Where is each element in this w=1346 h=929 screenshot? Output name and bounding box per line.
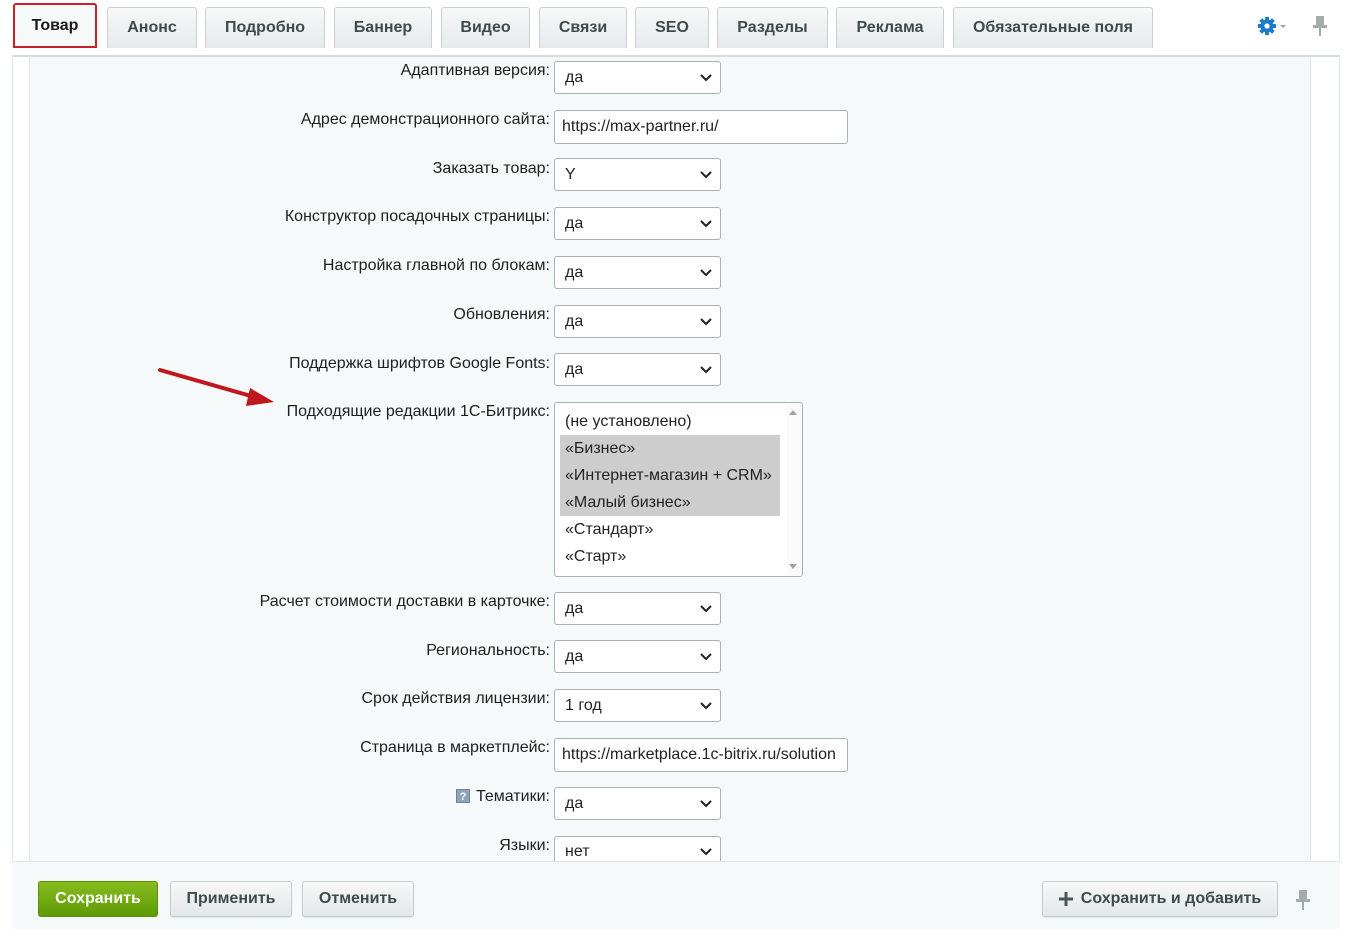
- select-main-blocks[interactable]: да: [554, 256, 721, 289]
- editions-multiselect[interactable]: (не установлено) «Бизнес» «Интернет-мага…: [554, 402, 803, 577]
- edition-option[interactable]: «Старт»: [560, 543, 780, 570]
- select-order[interactable]: Y: [554, 158, 721, 191]
- save-and-add-button[interactable]: Сохранить и добавить: [1042, 881, 1278, 917]
- tab-links[interactable]: Связи: [539, 7, 627, 48]
- chevron-down-icon: [700, 318, 712, 326]
- label-editions: Подходящие редакции 1С-Битрикс:: [286, 403, 550, 420]
- select-updates[interactable]: да: [554, 305, 721, 338]
- select-languages[interactable]: нет: [554, 836, 721, 861]
- tab-ads[interactable]: Реклама: [836, 7, 944, 48]
- label-updates: Обновления:: [453, 306, 550, 323]
- select-value: да: [565, 263, 584, 281]
- chevron-down-icon: [700, 74, 712, 82]
- pin-icon[interactable]: [1311, 14, 1329, 38]
- help-icon[interactable]: ?: [456, 789, 471, 803]
- tab-required-fields[interactable]: Обязательные поля: [953, 7, 1153, 48]
- save-button[interactable]: Сохранить: [38, 881, 158, 917]
- save-and-add-label: Сохранить и добавить: [1080, 890, 1262, 907]
- label-license: Срок действия лицензии:: [361, 690, 551, 707]
- select-value: да: [565, 312, 584, 330]
- label-demo-site: Адрес демонстрационного сайта:: [300, 111, 550, 128]
- label-order: Заказать товар:: [432, 160, 550, 177]
- input-marketplace[interactable]: [554, 738, 848, 772]
- edition-option[interactable]: «Интернет-магазин + CRM»: [560, 462, 780, 489]
- label-main-blocks: Настройка главной по блокам:: [322, 257, 550, 274]
- edition-option[interactable]: (не установлено): [560, 408, 780, 435]
- select-value: нет: [565, 843, 590, 860]
- select-value: да: [565, 599, 584, 617]
- tab-details[interactable]: Подробно: [205, 7, 325, 48]
- select-regional[interactable]: да: [554, 640, 721, 673]
- tab-sections[interactable]: Разделы: [717, 7, 828, 48]
- edition-option[interactable]: «Стандарт»: [560, 516, 780, 543]
- select-license[interactable]: 1 год: [554, 689, 721, 722]
- tab-banner[interactable]: Баннер: [334, 7, 432, 48]
- label-delivery: Расчет стоимости доставки в карточке:: [259, 593, 550, 610]
- label-landing: Конструктор посадочных страницы:: [284, 208, 550, 225]
- select-value: 1 год: [565, 696, 602, 714]
- cancel-button[interactable]: Отменить: [302, 881, 414, 917]
- edition-option[interactable]: «Бизнес»: [560, 435, 780, 462]
- form-footer: Сохранить Применить Отменить Сохранить и…: [12, 861, 1340, 929]
- select-value: да: [565, 360, 584, 378]
- label-themes: Тематики:: [476, 788, 550, 805]
- select-value: да: [565, 68, 584, 86]
- pin-icon[interactable]: [1294, 888, 1312, 912]
- chevron-down-icon: [700, 366, 712, 374]
- label-adaptive: Адаптивная версия:: [400, 62, 550, 79]
- chevron-down-icon: [700, 605, 712, 613]
- select-google-fonts[interactable]: да: [554, 353, 721, 386]
- select-adaptive[interactable]: да: [554, 61, 721, 94]
- annotation-arrow-icon: [158, 368, 274, 406]
- label-marketplace: Страница в маркетплейс:: [360, 739, 550, 756]
- plus-icon: [1058, 892, 1073, 906]
- chevron-down-icon: [700, 220, 712, 228]
- gear-icon[interactable]: [1256, 14, 1286, 38]
- select-value: да: [565, 214, 584, 232]
- apply-button[interactable]: Применить: [170, 881, 292, 917]
- tab-announce[interactable]: Анонс: [107, 7, 197, 48]
- select-landing[interactable]: да: [554, 207, 721, 240]
- select-value: да: [565, 794, 584, 812]
- tab-seo[interactable]: SEO: [635, 7, 709, 48]
- tab-bar: Товар Анонс Подробно Баннер Видео Связи …: [0, 0, 1346, 57]
- chevron-down-icon: [700, 800, 712, 808]
- edition-option[interactable]: «Малый бизнес»: [560, 489, 780, 516]
- chevron-down-icon: [700, 269, 712, 277]
- select-delivery[interactable]: да: [554, 592, 721, 625]
- label-languages: Языки:: [499, 837, 550, 854]
- scroll-up-icon[interactable]: [789, 410, 797, 415]
- select-value: Y: [565, 165, 576, 183]
- input-demo-site[interactable]: [554, 110, 848, 144]
- chevron-down-icon: [700, 848, 712, 856]
- scroll-down-icon[interactable]: [789, 564, 797, 569]
- chevron-down-icon: [700, 171, 712, 179]
- label-regional: Региональность:: [426, 642, 550, 659]
- label-google-fonts: Поддержка шрифтов Google Fonts:: [289, 355, 550, 372]
- select-themes[interactable]: да: [554, 787, 721, 820]
- listbox-scrollbar[interactable]: [787, 404, 801, 575]
- chevron-down-icon: [700, 702, 712, 710]
- label-themes-row: ? Тематики:: [456, 788, 550, 806]
- select-value: да: [565, 647, 584, 665]
- tab-product[interactable]: Товар: [13, 3, 97, 48]
- chevron-down-icon: [700, 653, 712, 661]
- tab-video[interactable]: Видео: [441, 7, 530, 48]
